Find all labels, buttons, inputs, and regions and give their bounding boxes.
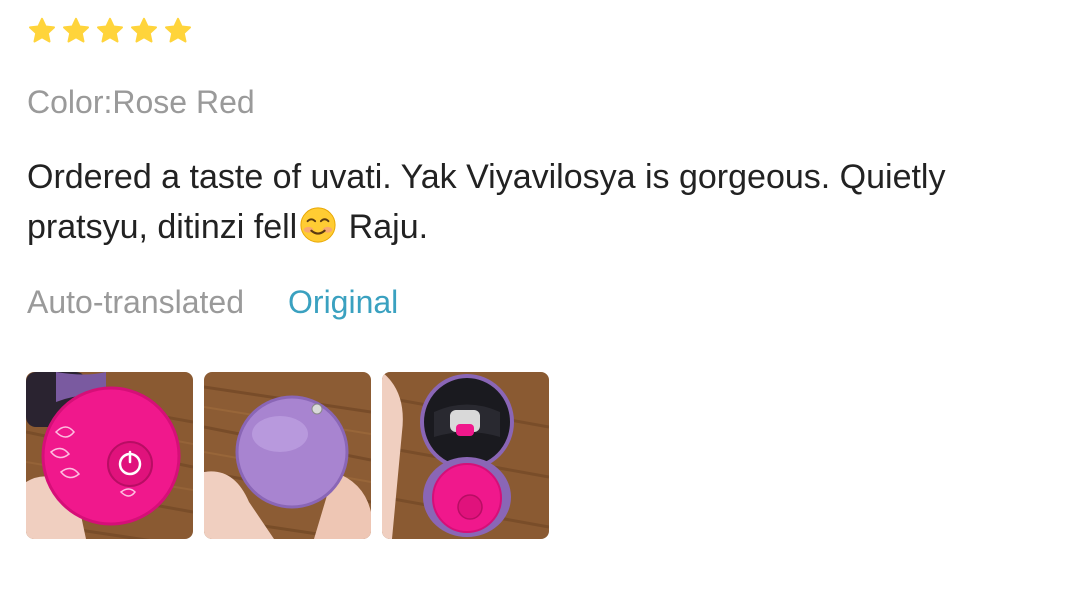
review-photos <box>26 372 549 539</box>
translation-toggle: Auto-translated Original <box>27 282 1027 322</box>
review-text-part1: Ordered a taste of uvati. Yak Viyavilosy… <box>27 158 946 246</box>
review-text: Ordered a taste of uvati. Yak Viyavilosy… <box>27 152 1017 252</box>
star-icon <box>129 16 159 46</box>
photo-pink-device-hand-icon <box>26 372 193 539</box>
review-card: Color:Rose Red Ordered a taste of uvati.… <box>27 12 1027 322</box>
review-text-part2: Raju. <box>339 208 429 246</box>
star-icon <box>163 16 193 46</box>
auto-translated-label: Auto-translated <box>27 284 245 320</box>
review-photo-3[interactable] <box>382 372 549 539</box>
review-photo-1[interactable] <box>26 372 193 539</box>
smiling-blush-emoji-icon <box>299 206 337 244</box>
sku-color-label: Color:Rose Red <box>27 84 255 120</box>
photo-open-case-hand-icon <box>382 372 549 539</box>
photo-purple-case-hand-icon <box>204 372 371 539</box>
view-original-link[interactable]: Original <box>288 282 398 322</box>
star-icon <box>95 16 125 46</box>
star-icon <box>27 16 57 46</box>
star-icon <box>61 16 91 46</box>
rating-stars <box>27 12 1027 50</box>
review-photo-2[interactable] <box>204 372 371 539</box>
